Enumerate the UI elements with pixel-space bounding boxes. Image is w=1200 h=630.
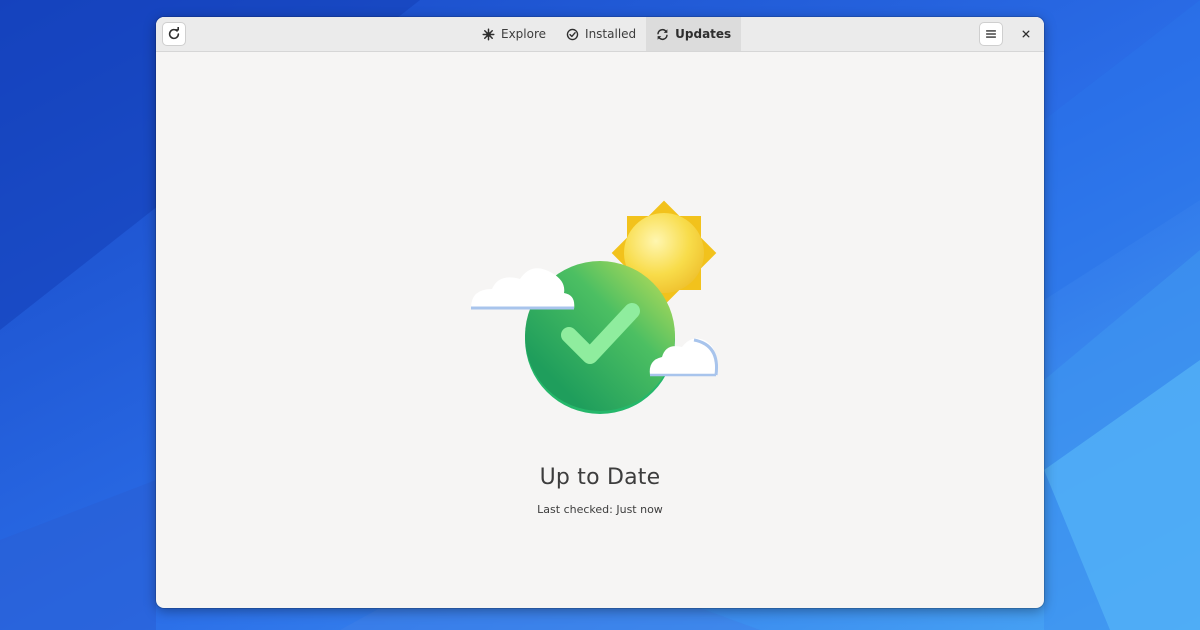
updates-page: Up to Date Last checked: Just now: [156, 52, 1044, 608]
software-window: Explore Installed Updates Up to Date Las…: [156, 17, 1044, 608]
tab-installed-label: Installed: [585, 27, 637, 41]
tab-explore-label: Explore: [501, 27, 547, 41]
sync-arrows-icon: [656, 28, 669, 41]
up-to-date-illustration: [471, 200, 719, 414]
hamburger-menu-icon: [986, 30, 996, 38]
view-switcher: Explore Installed Updates: [472, 17, 742, 51]
close-icon: [1022, 30, 1030, 38]
refresh-icon: [168, 27, 180, 40]
main-menu-button[interactable]: [979, 22, 1003, 46]
tab-installed[interactable]: Installed: [556, 17, 646, 51]
tab-updates[interactable]: Updates: [646, 17, 742, 51]
explore-star-icon: [482, 27, 495, 41]
close-button[interactable]: [1014, 22, 1038, 46]
desktop-background: Explore Installed Updates Up to Date Las…: [0, 0, 1200, 630]
headerbar: Explore Installed Updates: [156, 17, 1044, 52]
last-checked-label: Last checked: Just now: [537, 503, 663, 516]
refresh-button[interactable]: [162, 22, 186, 46]
status-title: Up to Date: [539, 465, 661, 490]
tab-updates-label: Updates: [675, 27, 732, 41]
check-circle-icon: [566, 28, 579, 41]
tab-explore[interactable]: Explore: [472, 17, 556, 51]
